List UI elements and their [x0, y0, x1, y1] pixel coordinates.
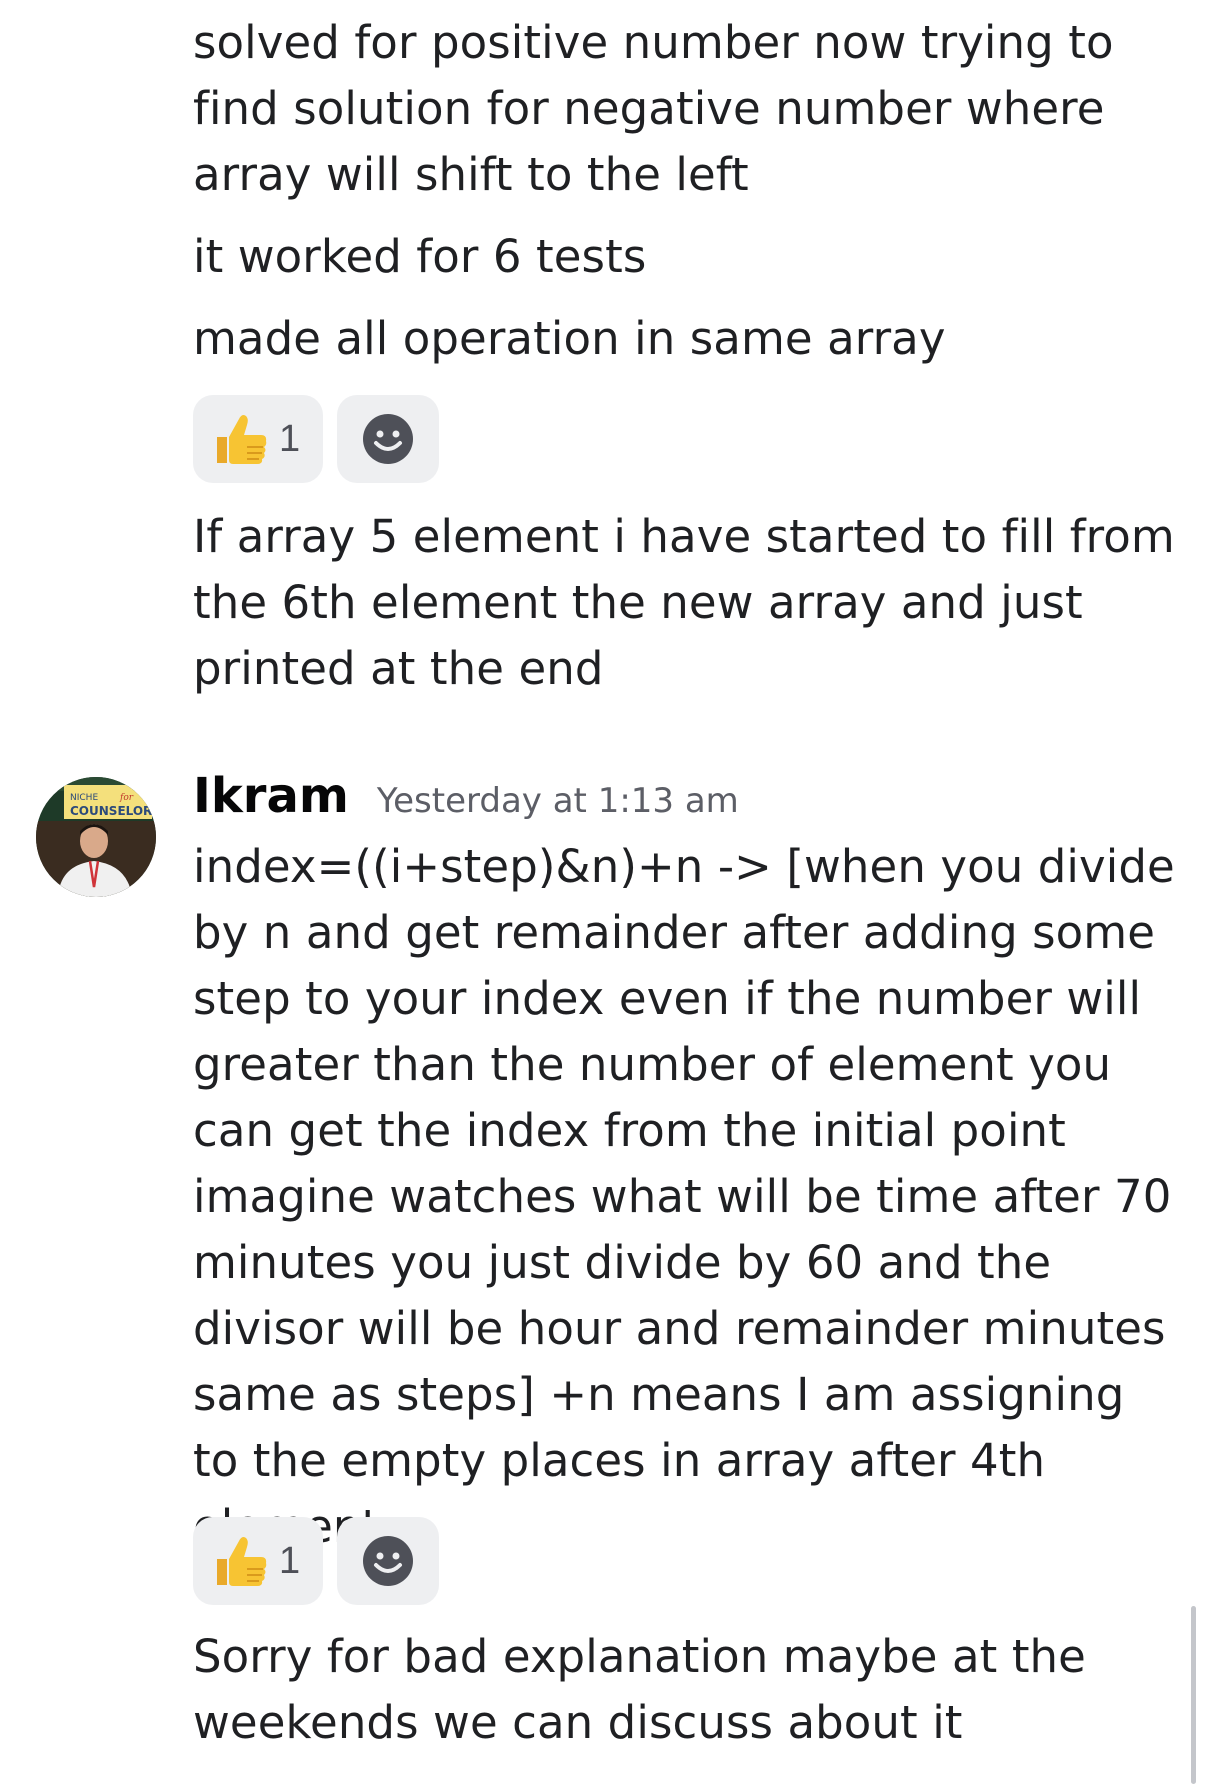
avatar-text-counselors: COUNSELORS	[70, 804, 156, 818]
reactions-bar: 1	[193, 1517, 439, 1605]
avatar[interactable]: NICHE for COUNSELORS	[36, 777, 156, 897]
thumbs-up-icon	[217, 415, 267, 464]
message-text: index=((i+step)&n)+n -> [when you divide…	[193, 840, 1175, 1553]
smiley-add-reaction-icon	[363, 414, 413, 464]
reaction-count: 1	[279, 417, 301, 460]
message-text: If array 5 element i have started to fil…	[193, 510, 1175, 695]
reaction-thumbs-up[interactable]: 1	[193, 1517, 323, 1605]
add-reaction-button[interactable]	[337, 395, 439, 483]
add-reaction-button[interactable]	[337, 1517, 439, 1605]
thumbs-up-icon	[217, 1537, 267, 1586]
avatar-photo: NICHE for COUNSELORS	[36, 777, 156, 897]
reaction-thumbs-up[interactable]: 1	[193, 395, 323, 483]
smiley-add-reaction-icon	[363, 1536, 413, 1586]
message-text: Sorry for bad explanation maybe at the w…	[193, 1630, 1086, 1749]
reactions-bar: 1	[193, 395, 439, 483]
message-header: Ikram Yesterday at 1:13 am	[193, 768, 739, 824]
reaction-count: 1	[279, 1539, 301, 1582]
message-text: it worked for 6 tests	[193, 230, 647, 283]
avatar-text-niche: NICHE	[70, 793, 98, 803]
avatar-text-for: for	[119, 793, 134, 803]
message-text: solved for positive number now trying to…	[193, 16, 1114, 201]
author-name[interactable]: Ikram	[193, 768, 349, 824]
message-text: made all operation in same array	[193, 312, 946, 365]
message-timestamp: Yesterday at 1:13 am	[376, 781, 739, 821]
scrollbar[interactable]	[1191, 1606, 1196, 1784]
